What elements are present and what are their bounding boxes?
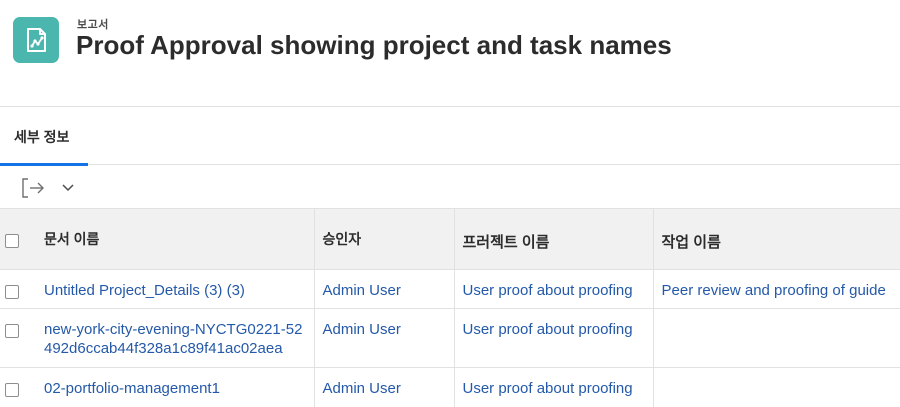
row-checkbox[interactable] [5,324,19,339]
approver-cell: Admin User [314,269,455,309]
table-row: new-york-city-evening-NYCTG0221-52492d6c… [0,308,900,368]
tab-bar: 세부 정보 [0,108,900,166]
report-table: 문서 이름 승인자 프러젝트 이름 작업 이름 Untitled Project… [0,208,900,407]
approver-cell: Admin User [314,308,455,368]
export-button[interactable] [20,175,48,201]
approver-cell: Admin User [314,367,455,407]
project-link[interactable]: User proof about proofing [463,380,633,397]
table-row: 02-portfolio-management1 Admin User User… [0,367,900,407]
tab-details-label: 세부 정보 [14,128,70,145]
task-name-cell [653,367,900,407]
document-link[interactable]: 02-portfolio-management1 [44,380,220,397]
column-header-approver[interactable]: 승인자 [314,208,455,270]
row-checkbox[interactable] [5,285,19,300]
project-link[interactable]: User proof about proofing [463,321,633,338]
project-link[interactable]: User proof about proofing [463,282,633,299]
row-select-cell [0,269,44,309]
tab-details[interactable]: 세부 정보 [0,108,88,166]
task-link[interactable]: Peer review and proofing of guide [662,282,886,299]
page-title: Proof Approval showing project and task … [76,30,672,60]
row-checkbox[interactable] [5,383,19,398]
task-name-cell [653,308,900,368]
document-link[interactable]: Untitled Project_Details (3) (3) [44,282,245,299]
column-header-project-name[interactable]: 프러젝트 이름 [454,208,654,270]
select-all-cell [0,208,44,270]
chevron-down-icon [62,184,74,192]
toolbar [0,166,900,208]
table-row: Untitled Project_Details (3) (3) Admin U… [0,269,900,309]
report-chart-icon [13,17,59,63]
project-name-cell: User proof about proofing [454,367,654,407]
approver-link[interactable]: Admin User [323,282,401,299]
table-header-row: 문서 이름 승인자 프러젝트 이름 작업 이름 [0,208,900,270]
row-select-cell [0,308,44,368]
approver-link[interactable]: Admin User [323,380,401,397]
project-name-cell: User proof about proofing [454,308,654,368]
document-name-cell: Untitled Project_Details (3) (3) [44,269,315,309]
page-header: 보고서 Proof Approval showing project and t… [0,0,900,107]
approver-link[interactable]: Admin User [323,321,401,338]
export-menu-button[interactable] [58,178,78,198]
row-select-cell [0,367,44,407]
task-name-cell: Peer review and proofing of guide [653,269,900,309]
export-icon [22,178,44,198]
document-name-cell: new-york-city-evening-NYCTG0221-52492d6c… [44,308,315,368]
document-link[interactable]: new-york-city-evening-NYCTG0221-52492d6c… [44,321,302,357]
column-header-task-name[interactable]: 작업 이름 [653,208,900,270]
select-all-checkbox[interactable] [5,233,19,248]
column-header-document-name[interactable]: 문서 이름 [44,208,315,270]
project-name-cell: User proof about proofing [454,269,654,309]
document-name-cell: 02-portfolio-management1 [44,367,315,407]
